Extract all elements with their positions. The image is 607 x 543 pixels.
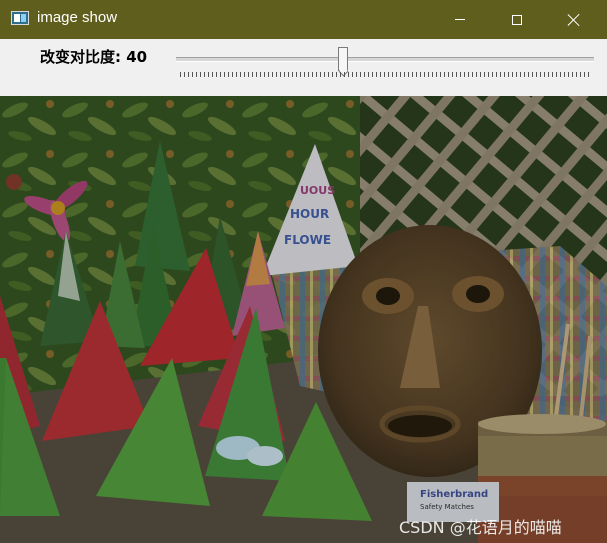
slider-thumb[interactable]	[338, 47, 349, 71]
minimize-icon	[455, 19, 465, 20]
trackbar-panel: 改变对比度: 40	[0, 39, 607, 96]
trackbar-label: 改变对比度: 40	[40, 48, 148, 66]
trackbar-name: 改变对比度	[40, 48, 116, 66]
image-display: UOUS HOUR FLOWE Fisherbrand Safety Match…	[0, 96, 607, 543]
minimize-button[interactable]	[437, 0, 483, 39]
close-icon	[567, 13, 581, 27]
slider-track[interactable]	[176, 57, 594, 62]
title-bar[interactable]: image show	[0, 0, 607, 39]
app-window: image show 改变对比度: 40 UOUS HOUR FLOWE Fis…	[0, 0, 607, 543]
maximize-icon	[512, 14, 522, 25]
party-hats-photo: UOUS HOUR FLOWE Fisherbrand Safety Match…	[0, 96, 607, 543]
watermark: CSDN @花语月的喵喵	[399, 518, 562, 537]
trackbar-value: 40	[126, 48, 148, 66]
slider-ticks	[180, 72, 592, 77]
close-button[interactable]	[551, 0, 597, 39]
maximize-button[interactable]	[494, 0, 540, 39]
window-app-icon	[11, 11, 29, 25]
window-title: image show	[37, 9, 118, 26]
